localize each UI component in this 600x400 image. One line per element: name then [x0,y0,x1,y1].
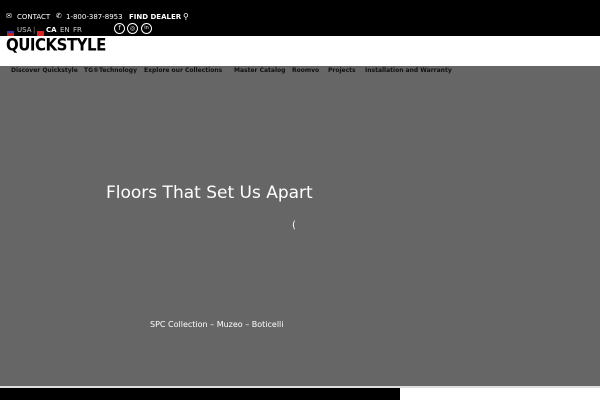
find-dealer-link[interactable]: FIND DEALER [129,13,181,21]
nav-catalog[interactable]: Master Catalog [234,67,285,74]
contact-link[interactable]: CONTACT [17,13,50,21]
hero-title: Floors That Set Us Apart [106,183,313,203]
nav-discover[interactable]: Discover Quickstyle [11,67,78,74]
nav-technology[interactable]: TG®Technology [84,67,137,74]
instagram-icon[interactable]: ◎ [127,23,138,34]
logo-band: QUICKSTYLE [0,35,600,66]
logo[interactable]: QUICKSTYLE [6,35,106,55]
hero-section [0,66,600,386]
nav-installation[interactable]: Installation and Warranty [365,67,452,74]
main-nav: Discover Quickstyle TG®Technology Explor… [0,66,600,76]
nav-projects[interactable]: Projects [328,67,356,74]
country-ca[interactable]: CA [46,26,57,34]
hero-paren: ( [292,220,296,231]
nav-collections[interactable]: Explore our Collections [144,67,222,74]
nav-roomvo[interactable]: Roomvo [292,67,319,74]
divider: | [33,26,36,34]
lang-fr[interactable]: FR [73,26,82,34]
mail-icon: ✉ [6,12,12,20]
bottom-bar [0,388,400,400]
facebook-icon[interactable]: f [114,23,125,34]
lang-en[interactable]: EN [60,26,70,34]
phone-link[interactable]: 1-800-387-8953 [66,13,123,21]
top-bar: ✉ CONTACT ✆ 1-800-387-8953 FIND DEALER ⚲… [0,0,600,36]
hero-caption: SPC Collection – Muzeo – Boticelli [150,320,284,329]
phone-icon: ✆ [56,12,62,20]
country-usa[interactable]: USA [17,26,32,34]
search-icon[interactable]: ⚲ [183,12,189,21]
linkedin-icon[interactable]: in [141,23,152,34]
